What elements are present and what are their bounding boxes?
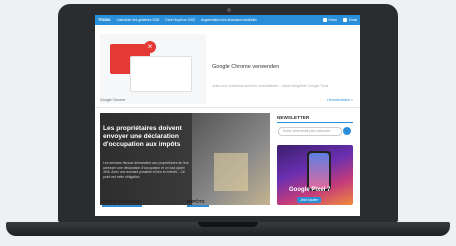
browser-screen: TRUBA Calendrier des gériatries 2026 Fai…	[95, 15, 360, 216]
category-underline	[187, 205, 209, 207]
laptop-notch	[198, 222, 258, 227]
site-logo[interactable]: TRUBA	[98, 18, 111, 22]
camera-icon	[227, 8, 231, 12]
category-impots[interactable]: IMPÔTS	[187, 199, 205, 204]
featured-article[interactable]: Les propriétaires doivent envoyer une dé…	[100, 113, 270, 205]
category-underline	[102, 205, 142, 207]
newsletter-email-input[interactable]: Entrer votre email pour s'abonner	[278, 127, 342, 136]
top-navigation: TRUBA Calendrier des gériatries 2026 Fai…	[95, 15, 360, 25]
phone-screen	[309, 153, 329, 189]
article-title[interactable]: Les propriétaires doivent envoyer une dé…	[103, 125, 195, 149]
ad-buy-button[interactable]: Jetzt kaufen	[297, 197, 322, 203]
nav-contact[interactable]: Email	[343, 18, 357, 22]
nav-home[interactable]: Home	[322, 18, 338, 22]
category-aides-sociales[interactable]: AIDES SOCIALES	[102, 199, 141, 204]
google-pixel-ad[interactable]: Google Pixel 7 Jetzt kaufen	[277, 145, 353, 205]
ad-banner[interactable]: × Google Chrome verwenden Jetzt noch kos…	[100, 32, 354, 106]
nav-link-3[interactable]: Augmentation des allocations familiales	[201, 18, 257, 22]
nav-contact-label: Email	[349, 18, 357, 22]
divider	[95, 107, 360, 108]
ad-window-white	[130, 56, 192, 92]
newsletter-underline	[277, 122, 353, 123]
home-icon	[322, 18, 327, 22]
ad-download-link[interactable]: Herunterladen >	[327, 98, 353, 102]
nav-home-label: Home	[328, 18, 338, 22]
mail-icon	[343, 18, 348, 22]
phone-image	[307, 151, 331, 191]
ad-source: Google Chrome	[100, 98, 126, 102]
nav-link-2[interactable]: Faire l'impôt en 2023	[165, 18, 195, 22]
newsletter-submit-button[interactable]	[343, 127, 351, 135]
ad-title[interactable]: Google Chrome verwenden	[212, 64, 279, 70]
ad-subtitle: Jetzt noch kostenlos sicherer verschalte…	[212, 84, 329, 88]
laptop-frame: TRUBA Calendrier des gériatries 2026 Fai…	[0, 0, 456, 246]
newsletter-title: NEWSLETTER	[277, 115, 310, 120]
ad-product-name: Google Pixel 7	[289, 187, 331, 193]
nav-link-1[interactable]: Calendrier des gériatries 2026	[117, 18, 160, 22]
article-photo-detail	[214, 153, 248, 191]
error-icon: ×	[144, 41, 156, 53]
ad-image: ×	[100, 34, 206, 104]
article-excerpt: Les services fiscaux demandent aux propr…	[103, 161, 189, 179]
